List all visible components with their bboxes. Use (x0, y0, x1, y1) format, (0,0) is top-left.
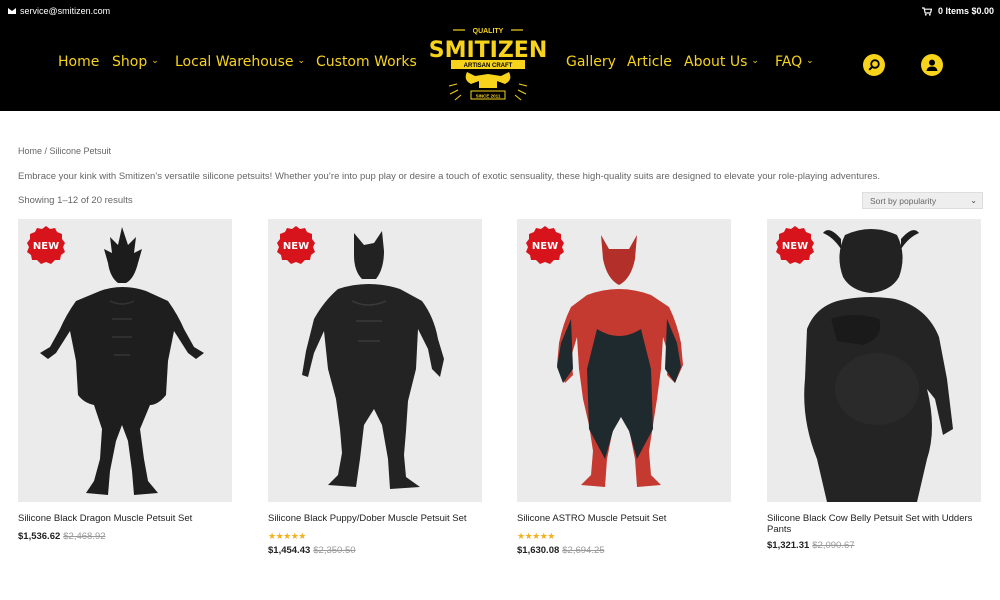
nav-custom-works[interactable]: Custom Works (316, 54, 417, 70)
product-image[interactable]: NEW (18, 219, 232, 502)
product-price-old: $2,350.50 (313, 545, 356, 556)
nav-article-label[interactable]: Article (627, 54, 672, 70)
nav-about-us-label[interactable]: About Us (684, 54, 747, 70)
product-price: $1,536.62 $2,468.92 (18, 531, 106, 542)
sort-select[interactable]: Sort by popularity ⌄ (862, 192, 983, 209)
search-button[interactable] (863, 54, 885, 76)
nav-local-warehouse-label[interactable]: Local Warehouse (175, 54, 294, 70)
product-card[interactable]: NEW Silicone Black Dragon Muscle Petsuit… (18, 219, 232, 542)
user-icon (926, 59, 938, 71)
chevron-down-icon: ⌄ (751, 56, 759, 66)
nav-custom-works-label[interactable]: Custom Works (316, 54, 417, 70)
product-price: $1,630.08 $2,694.25 (517, 545, 605, 556)
nav-home[interactable]: Home (58, 54, 99, 70)
nav-article[interactable]: Article (627, 54, 672, 70)
new-badge-label: NEW (782, 241, 808, 252)
contact-email-text[interactable]: service@smitizen.com (20, 6, 110, 16)
rating-stars: ★★★★★ (517, 531, 555, 541)
new-badge: NEW (776, 226, 814, 264)
product-title[interactable]: Silicone Black Puppy/Dober Muscle Petsui… (268, 513, 482, 524)
product-price-old: $2,468.92 (63, 531, 106, 542)
nav-home-label[interactable]: Home (58, 54, 99, 70)
logo-tagline-text: ARTISAN CRAFT (464, 63, 513, 69)
product-card[interactable]: NEW Silicone Black Puppy/Dober Muscle Pe… (268, 219, 482, 556)
result-count: Showing 1–12 of 20 results (18, 195, 133, 206)
logo-name-text: SMITIZEN (429, 38, 548, 63)
product-image[interactable]: NEW (268, 219, 482, 502)
nav-faq-label[interactable]: FAQ (775, 54, 802, 70)
logo-quality-text: QUALITY (473, 28, 504, 35)
product-card[interactable]: NEW Silicone Black Cow Belly Petsuit Set… (767, 219, 981, 551)
chevron-down-icon: ⌄ (970, 196, 977, 205)
product-title[interactable]: Silicone ASTRO Muscle Petsuit Set (517, 513, 731, 524)
product-price-old: $2,090.67 (812, 540, 855, 551)
new-badge: NEW (27, 226, 65, 264)
new-badge: NEW (277, 226, 315, 264)
account-button[interactable] (921, 54, 943, 76)
nav-local-warehouse[interactable]: Local Warehouse ⌄ (175, 54, 305, 70)
cart-summary-text[interactable]: 0 Items $0.00 (938, 6, 994, 16)
product-card[interactable]: NEW Silicone ASTRO Muscle Petsuit Set ★★… (517, 219, 731, 556)
nav-gallery[interactable]: Gallery (566, 54, 616, 70)
product-title[interactable]: Silicone Black Cow Belly Petsuit Set wit… (767, 513, 981, 535)
product-title[interactable]: Silicone Black Dragon Muscle Petsuit Set (18, 513, 232, 524)
new-badge-label: NEW (283, 241, 309, 252)
nav-shop-label[interactable]: Shop (112, 54, 147, 70)
contact-email[interactable]: service@smitizen.com (8, 6, 110, 16)
chevron-down-icon: ⌄ (151, 56, 159, 66)
product-price-current: $1,630.08 (517, 545, 560, 556)
cart-summary[interactable]: 0 Items $0.00 (921, 6, 994, 16)
cart-icon (921, 6, 932, 16)
smitizen-logo[interactable]: QUALITY SMITIZEN ARTISAN CRAFT SINCE 201… (427, 24, 549, 104)
product-price-old: $2,694.25 (562, 545, 605, 556)
search-icon (868, 59, 880, 71)
logo-since-text: SINCE 2011 (476, 94, 501, 99)
new-badge-label: NEW (33, 241, 59, 252)
chevron-down-icon: ⌄ (806, 56, 814, 66)
chevron-down-icon: ⌄ (297, 56, 306, 66)
product-price-current: $1,321.31 (767, 540, 810, 551)
nav-gallery-label[interactable]: Gallery (566, 54, 616, 70)
rating-stars: ★★★★★ (268, 531, 306, 541)
breadcrumb[interactable]: Home / Silicone Petsuit (18, 146, 111, 156)
product-price-current: $1,536.62 (18, 531, 61, 542)
product-price-current: $1,454.43 (268, 545, 311, 556)
product-image[interactable]: NEW (767, 219, 981, 502)
product-price: $1,454.43 $2,350.50 (268, 545, 356, 556)
nav-shop[interactable]: Shop ⌄ (112, 54, 159, 70)
new-badge-label: NEW (532, 241, 558, 252)
site-header: service@smitizen.com 0 Items $0.00 Home … (0, 0, 1000, 111)
envelope-icon (8, 8, 16, 14)
product-image[interactable]: NEW (517, 219, 731, 502)
nav-faq[interactable]: FAQ ⌄ (775, 54, 814, 70)
category-description: Embrace your kink with Smitizen’s versat… (18, 171, 880, 182)
product-price: $1,321.31 $2,090.67 (767, 540, 855, 551)
new-badge: NEW (526, 226, 564, 264)
nav-about-us[interactable]: About Us ⌄ (684, 54, 759, 70)
sort-select-value[interactable]: Sort by popularity (870, 196, 936, 206)
